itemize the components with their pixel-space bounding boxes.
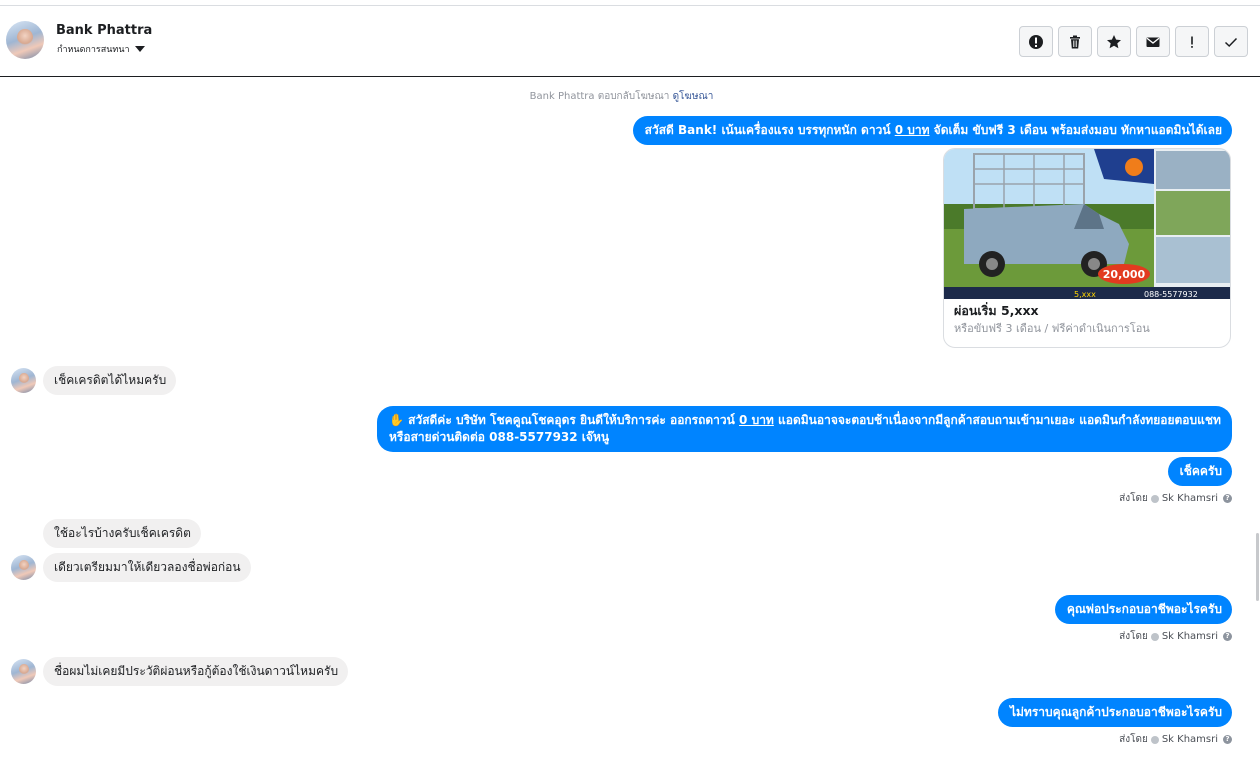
conversation-toolbar [1019,26,1248,57]
ad-phone-text: 088-5577932 [1144,290,1198,299]
caret-down-icon [134,46,145,52]
alert-circle-icon [1029,34,1043,49]
contact-avatar [11,555,36,580]
sender-name: Sk Khamsri [1161,631,1218,642]
ad-reply-text: Bank Phattra ตอบกลับโฆษณา [529,91,670,102]
outgoing-message: เช็คครับ [1167,457,1232,486]
spam-button[interactable] [1019,26,1053,57]
help-icon[interactable]: ? [1223,735,1232,744]
hand-wave-icon: ✋ [389,413,404,427]
message-text: สวัสดี Bank! เน้นเครื่องแรง บรรทุกหนัก ด… [644,123,895,137]
exclamation-icon [1191,36,1193,48]
ad-card-subtitle: หรือขับฟรี 3 เดือน / ฟรีค่าดำเนินการโอน [954,322,1150,335]
outgoing-message: สวัสดี Bank! เน้นเครื่องแรง บรรทุกหนัก ด… [632,116,1232,145]
contact-avatar[interactable] [6,21,44,59]
conversation-header: Bank Phattra กำหนดการสนทนา [0,6,1260,77]
envelope-icon [1146,37,1160,47]
sent-by-label: ส่งโดย [1119,493,1148,504]
ad-installment-text: 5,xxx [1074,290,1096,299]
sender-name: Sk Khamsri [1161,493,1218,504]
message-underlined-text: 0 บาท [894,123,930,137]
help-icon[interactable]: ? [1223,632,1232,641]
user-icon [1150,632,1159,641]
trash-icon [1070,35,1080,48]
contact-avatar [11,368,36,393]
ad-card-title: ผ่อนเริ่ม 5,xxx [954,303,1039,318]
mark-done-button[interactable] [1214,26,1248,57]
view-ad-link[interactable]: ดูโฆษณา [673,91,714,102]
contact-avatar [11,659,36,684]
message-underlined-text: 0 บาท [739,413,774,427]
mark-unread-button[interactable] [1136,26,1170,57]
sent-by-info: ส่งโดย Sk Khamsri ? [1119,491,1232,506]
user-icon [1150,735,1159,744]
assign-conversation-dropdown[interactable]: กำหนดการสนทนา [57,42,145,56]
scrollbar-thumb[interactable] [1256,533,1259,601]
assign-label: กำหนดการสนทนา [57,45,130,55]
message-text: สวัสดีค่ะ บริษัท โชคคูณโชคอุดร ยินดีให้บ… [403,413,740,427]
sent-by-info: ส่งโดย Sk Khamsri ? [1119,629,1232,644]
check-icon [1224,37,1238,47]
follow-up-button[interactable] [1175,26,1209,57]
sent-by-label: ส่งโดย [1119,734,1148,745]
message-text: แอดมินอาจจะตอบช้าเนื่องจากมีลูกค้าสอบถาม… [773,413,1221,427]
contact-name[interactable]: Bank Phattra [56,23,152,38]
ad-price-text: 20,000 [1103,268,1146,281]
sender-name: Sk Khamsri [1161,734,1218,745]
message-text: จัดเต็ม ขับฟรี 3 เดือน พร้อมส่งมอบ ทักหา… [929,123,1222,137]
sent-by-info: ส่งโดย Sk Khamsri ? [1119,732,1232,747]
outgoing-message: ไม่ทราบคุณลูกค้าประกอบอาชีพอะไรครับ [997,698,1232,727]
incoming-message: เดียวเตรียมมาให้เดียวลองชื่อพ่อก่อน [43,553,251,582]
star-button[interactable] [1097,26,1131,57]
incoming-message: ใช้อะไรบ้างครับเช็คเครดิต [43,519,201,548]
help-icon[interactable]: ? [1223,494,1232,503]
outgoing-message: ✋ สวัสดีค่ะ บริษัท โชคคูณโชคอุดร ยินดีให… [377,406,1232,452]
message-text: หรือสายด่วนติดต่อ 088-5577932 เจ๊หนู [389,430,610,444]
incoming-message: เช็คเครดิตได้ไหมครับ [43,366,177,395]
ad-card[interactable]: 20,000 5,xxx 088-5577932 ผ่อนเริ่ม 5,xxx… [943,148,1231,348]
delete-button[interactable] [1058,26,1092,57]
incoming-message: ชื่อผมไม่เคยมีประวัติผ่อนหรือกู้ต้องใช้เ… [43,657,349,686]
ad-reply-notice: Bank Phattra ตอบกลับโฆษณา ดูโฆษณา [0,89,1243,104]
sent-by-label: ส่งโดย [1119,631,1148,642]
ad-image: 20,000 5,xxx 088-5577932 [944,149,1230,299]
user-icon [1150,494,1159,503]
outgoing-message: คุณพ่อประกอบอาชีพอะไรครับ [1054,595,1232,624]
star-icon [1107,34,1121,48]
